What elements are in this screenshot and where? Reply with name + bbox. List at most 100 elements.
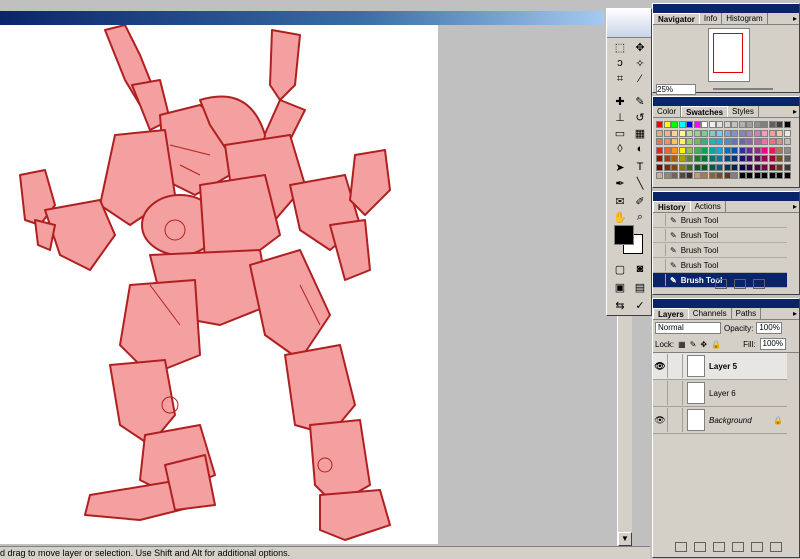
document-canvas[interactable] xyxy=(0,25,438,544)
color-swatch[interactable] xyxy=(701,172,708,179)
color-swatch[interactable] xyxy=(708,138,716,145)
color-swatch[interactable] xyxy=(761,146,768,154)
eye-icon[interactable]: 👁 xyxy=(653,408,668,432)
color-swatch[interactable] xyxy=(723,121,731,128)
color-swatch[interactable] xyxy=(663,155,671,162)
color-swatch[interactable] xyxy=(708,121,716,128)
lock-paint-icon[interactable]: ✎ xyxy=(690,340,697,349)
color-swatch[interactable] xyxy=(768,172,776,179)
color-swatch[interactable] xyxy=(776,146,783,154)
panel-menu-icon[interactable]: ▸ xyxy=(793,309,797,318)
color-swatch[interactable] xyxy=(761,138,768,145)
eraser-tool-icon[interactable]: ▭ xyxy=(610,125,630,141)
color-swatch[interactable] xyxy=(783,129,791,137)
color-swatch[interactable] xyxy=(686,138,693,145)
lock-move-icon[interactable]: ✥ xyxy=(700,340,707,349)
color-swatch[interactable] xyxy=(746,163,753,171)
tab-histogram[interactable]: Histogram xyxy=(722,13,768,24)
color-swatch[interactable] xyxy=(731,138,738,145)
color-swatch[interactable] xyxy=(746,146,753,154)
color-swatch[interactable] xyxy=(693,163,701,171)
color-swatch[interactable] xyxy=(768,138,776,145)
checkmark-icon[interactable]: ✓ xyxy=(630,297,650,313)
navigator-title-bar[interactable] xyxy=(653,4,799,13)
color-swatch[interactable] xyxy=(701,155,708,162)
color-swatch[interactable] xyxy=(723,172,731,179)
color-swatch[interactable] xyxy=(776,163,783,171)
history-checkbox[interactable] xyxy=(653,259,666,271)
color-swatch[interactable] xyxy=(701,146,708,154)
tab-info[interactable]: Info xyxy=(700,13,723,24)
tab-layers[interactable]: Layers xyxy=(653,308,689,319)
color-swatch[interactable] xyxy=(686,129,693,137)
color-swatch[interactable] xyxy=(671,121,678,128)
history-item[interactable]: ✎ Brush Tool xyxy=(653,228,787,243)
color-swatch[interactable] xyxy=(783,146,791,154)
color-swatch[interactable] xyxy=(783,121,791,128)
color-swatch[interactable] xyxy=(693,146,701,154)
color-swatch[interactable] xyxy=(768,155,776,162)
trash-icon[interactable] xyxy=(753,279,766,289)
color-swatch[interactable] xyxy=(656,146,663,154)
color-swatch[interactable] xyxy=(663,138,671,145)
color-swatch[interactable] xyxy=(768,146,776,154)
color-swatch[interactable] xyxy=(671,155,678,162)
type-tool-icon[interactable]: T xyxy=(630,159,650,175)
path-selection-icon[interactable]: ➤ xyxy=(610,159,630,175)
color-swatch[interactable] xyxy=(723,146,731,154)
quick-mask-icon[interactable]: ◙ xyxy=(630,261,650,277)
color-swatch[interactable] xyxy=(731,163,738,171)
color-swatch[interactable] xyxy=(678,163,686,171)
color-swatch[interactable] xyxy=(656,121,663,128)
color-swatch[interactable] xyxy=(663,121,671,128)
color-swatch[interactable] xyxy=(701,138,708,145)
eye-icon[interactable]: 👁 xyxy=(653,354,668,378)
history-item[interactable]: ✎ Brush Tool xyxy=(653,258,787,273)
new-layer-icon[interactable] xyxy=(751,542,764,552)
color-swatch[interactable] xyxy=(708,163,716,171)
history-checkbox[interactable] xyxy=(653,274,666,286)
layer-row[interactable]: 👁 Background 🔒 xyxy=(653,407,787,434)
color-swatch[interactable] xyxy=(753,163,761,171)
color-swatch[interactable] xyxy=(768,163,776,171)
color-swatch[interactable] xyxy=(783,163,791,171)
screen-mode-standard-icon[interactable]: ▣ xyxy=(610,279,630,295)
color-swatch[interactable] xyxy=(753,146,761,154)
color-swatch[interactable] xyxy=(678,172,686,179)
color-swatch[interactable] xyxy=(753,121,761,128)
pen-tool-icon[interactable]: ✒ xyxy=(610,175,630,191)
layer-link-toggle[interactable] xyxy=(668,408,683,432)
color-swatch[interactable] xyxy=(746,138,753,145)
lasso-tool-icon[interactable]: ↄ xyxy=(610,55,630,71)
eye-icon[interactable] xyxy=(653,381,668,405)
history-brush-icon[interactable]: ↺ xyxy=(630,109,650,125)
color-swatch[interactable] xyxy=(723,129,731,137)
screen-mode-full-icon[interactable]: ▤ xyxy=(630,279,650,295)
color-swatch[interactable] xyxy=(776,155,783,162)
color-swatch[interactable] xyxy=(761,163,768,171)
layer-link-toggle[interactable] xyxy=(668,354,683,378)
color-swatch[interactable] xyxy=(776,121,783,128)
color-swatch[interactable] xyxy=(731,121,738,128)
color-swatch[interactable] xyxy=(753,155,761,162)
color-swatch[interactable] xyxy=(671,146,678,154)
color-swatch[interactable] xyxy=(761,155,768,162)
color-swatch[interactable] xyxy=(723,138,731,145)
color-swatch[interactable] xyxy=(686,155,693,162)
delete-layer-icon[interactable] xyxy=(770,542,783,552)
history-checkbox[interactable] xyxy=(653,214,666,226)
color-swatch[interactable] xyxy=(693,121,701,128)
color-swatch[interactable] xyxy=(731,146,738,154)
color-swatch[interactable] xyxy=(701,163,708,171)
color-swatch[interactable] xyxy=(671,138,678,145)
color-swatch[interactable] xyxy=(678,129,686,137)
standard-mode-icon[interactable]: ▢ xyxy=(610,261,630,277)
color-swatch[interactable] xyxy=(716,172,723,179)
layer-row[interactable]: 👁 Layer 5 xyxy=(653,353,787,380)
color-swatch[interactable] xyxy=(686,121,693,128)
tab-color[interactable]: Color xyxy=(653,106,682,117)
color-swatch[interactable] xyxy=(738,121,746,128)
color-swatch[interactable] xyxy=(656,155,663,162)
color-swatch[interactable] xyxy=(708,129,716,137)
lock-all-icon[interactable]: 🔒 xyxy=(711,340,721,349)
